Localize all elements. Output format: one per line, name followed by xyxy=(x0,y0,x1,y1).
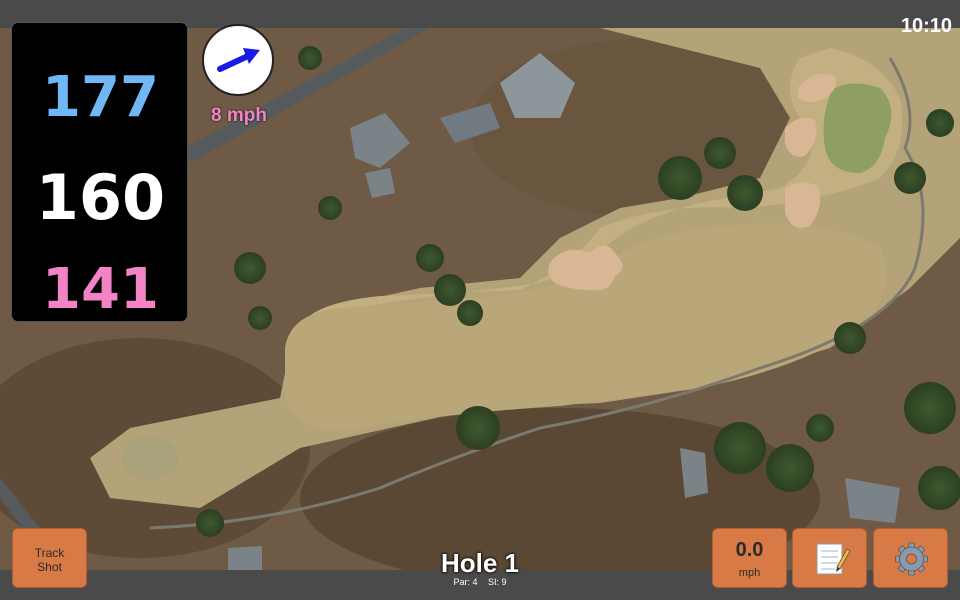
hole-stroke-index: SI: 9 xyxy=(488,577,507,587)
wind-direction-arrow-icon xyxy=(217,48,260,72)
hole-title: Hole 1 xyxy=(440,548,520,578)
distance-panel: 177 160 141 xyxy=(11,22,188,322)
settings-button[interactable] xyxy=(873,528,948,588)
distance-middle: 160 xyxy=(35,161,166,234)
wind-button-value: 0.0 xyxy=(735,539,764,561)
wind-button-unit: mph xyxy=(738,567,761,579)
notes-button[interactable] xyxy=(792,528,867,588)
gear-icon xyxy=(895,542,928,576)
distance-front: 141 xyxy=(42,257,159,322)
wind-indicator xyxy=(202,24,274,96)
status-time: 10:10 xyxy=(900,15,952,37)
hole-par: Par: 4 xyxy=(453,577,478,587)
distance-back: 177 xyxy=(42,65,159,130)
track-shot-button[interactable]: Track Shot xyxy=(12,528,87,588)
notepad-icon xyxy=(816,543,851,575)
wind-speed-button[interactable]: 0.0 mph xyxy=(712,528,787,588)
track-shot-label-line1: Track xyxy=(34,546,65,560)
wind-speed-label: 8 mph xyxy=(211,105,267,126)
hole-info: Par: 4 SI: 9 xyxy=(380,577,580,587)
track-shot-label-line2: Shot xyxy=(37,560,62,574)
